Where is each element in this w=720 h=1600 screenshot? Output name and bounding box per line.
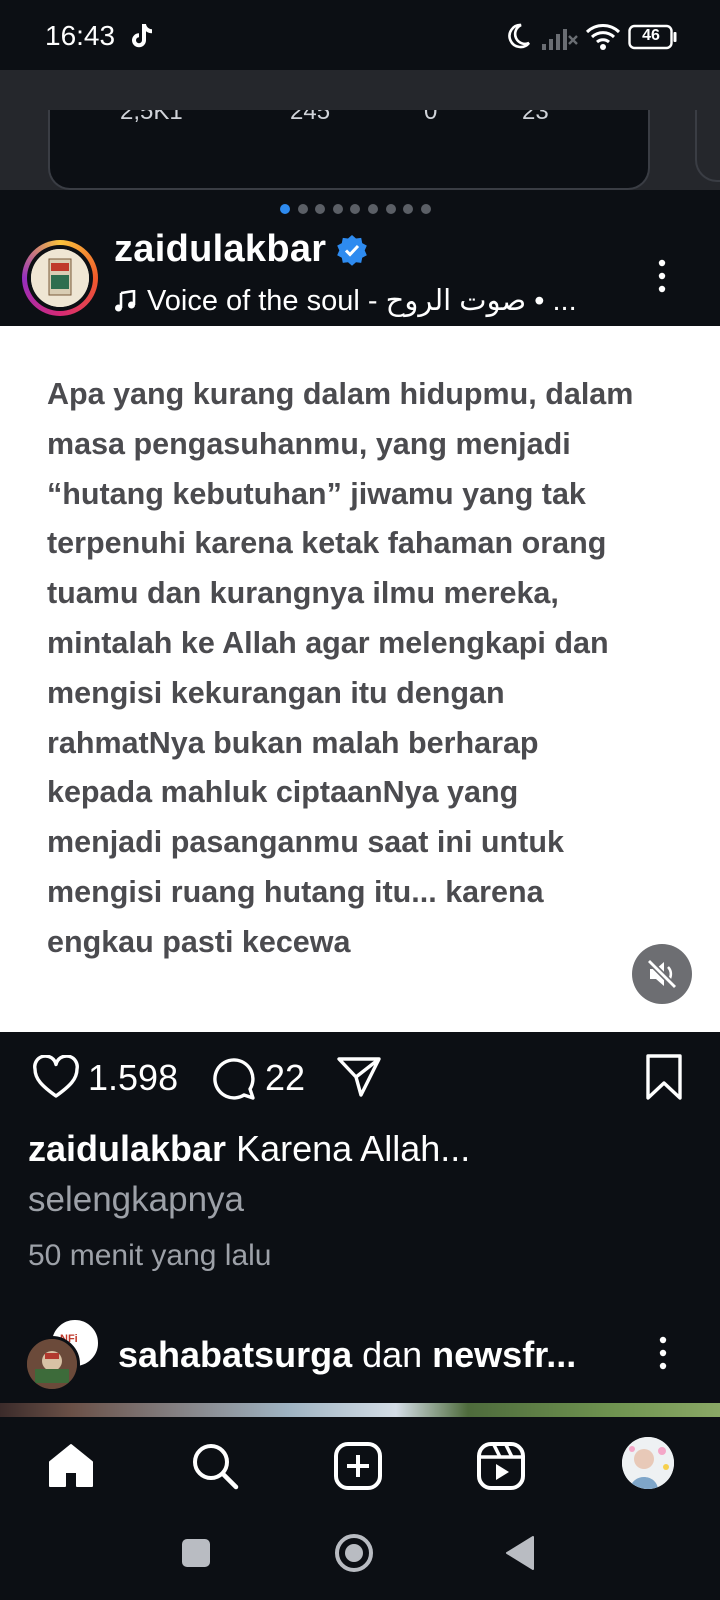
mute-button[interactable]	[632, 944, 692, 1004]
more-vertical-icon[interactable]	[656, 1335, 670, 1371]
post-media[interactable]: Apa yang kurang dalam hidupmu, dalam mas…	[0, 326, 720, 1032]
previous-card-stats: 2,5K1 245 0 23	[48, 110, 646, 130]
avatar-image	[31, 249, 89, 307]
avatar-image	[27, 1339, 77, 1389]
audio-track[interactable]: Voice of the soul - صوت الروح • ...	[147, 283, 607, 318]
carousel-dot	[332, 204, 343, 214]
create-icon[interactable]	[333, 1441, 383, 1491]
music-note-icon	[115, 290, 136, 312]
profile-avatar[interactable]	[622, 1437, 674, 1489]
more-vertical-icon[interactable]	[655, 258, 669, 294]
next-user-2[interactable]: newsfr...	[432, 1334, 576, 1375]
carousel-dot	[403, 204, 414, 214]
collab-avatar-2[interactable]	[24, 1336, 80, 1392]
caption-text: Karena Allah...	[226, 1128, 471, 1169]
post-timestamp: 50 menit yang lalu	[28, 1239, 272, 1272]
caption[interactable]: zaidulakbar Karena Allah...	[28, 1128, 470, 1170]
signal-icon	[542, 29, 578, 50]
carousel-indicator	[280, 202, 440, 216]
bookmark-icon[interactable]	[645, 1054, 683, 1100]
caption-username[interactable]: zaidulakbar	[28, 1128, 226, 1169]
stat-value: 0	[424, 110, 438, 125]
post-username[interactable]: zaidulakbar	[114, 228, 326, 271]
next-user-1[interactable]: sahabatsurga	[118, 1334, 352, 1375]
heart-icon[interactable]	[32, 1055, 80, 1099]
reels-icon[interactable]	[476, 1441, 526, 1491]
share-icon[interactable]	[336, 1056, 382, 1098]
avatar[interactable]	[31, 249, 89, 307]
circle-icon[interactable]	[334, 1533, 374, 1573]
more-link[interactable]: selengkapnya	[28, 1180, 244, 1220]
mute-icon	[646, 958, 678, 990]
like-count[interactable]: 1.598	[88, 1057, 178, 1099]
stat-value: 23	[522, 110, 549, 125]
bottom-navigation	[0, 1417, 720, 1517]
search-icon[interactable]	[190, 1441, 240, 1491]
carousel-dot	[368, 204, 378, 214]
square-icon[interactable]	[180, 1537, 212, 1569]
previous-card-next[interactable]	[695, 110, 720, 182]
comment-count[interactable]: 22	[265, 1057, 305, 1099]
tiktok-icon	[132, 24, 152, 48]
stat-value: 2,5K1	[120, 110, 183, 125]
carousel-dot	[315, 204, 326, 214]
carousel-dot	[297, 204, 308, 214]
carousel-dot	[385, 204, 396, 214]
comment-icon[interactable]	[210, 1055, 256, 1101]
post-slide-text: Apa yang kurang dalam hidupmu, dalam mas…	[47, 377, 634, 959]
back-icon[interactable]	[505, 1535, 535, 1571]
next-joiner: dan	[352, 1334, 433, 1375]
moon-icon	[508, 23, 531, 49]
stat-value: 245	[290, 110, 331, 125]
carousel-dot	[350, 204, 361, 214]
next-post-users[interactable]: sahabatsurga dan newsfr...	[118, 1334, 576, 1376]
next-post-media[interactable]	[0, 1403, 720, 1417]
status-time: 16:43	[45, 20, 116, 51]
verified-icon	[337, 235, 367, 266]
previous-card-area: 2,5K1 245 0 23	[0, 70, 720, 190]
system-navigation	[0, 1517, 720, 1600]
avatar-image	[622, 1437, 674, 1489]
wifi-icon	[585, 24, 621, 50]
battery-level: 46	[642, 27, 660, 44]
carousel-dot	[280, 204, 290, 214]
home-icon[interactable]	[46, 1441, 96, 1491]
carousel-dot	[420, 204, 431, 214]
